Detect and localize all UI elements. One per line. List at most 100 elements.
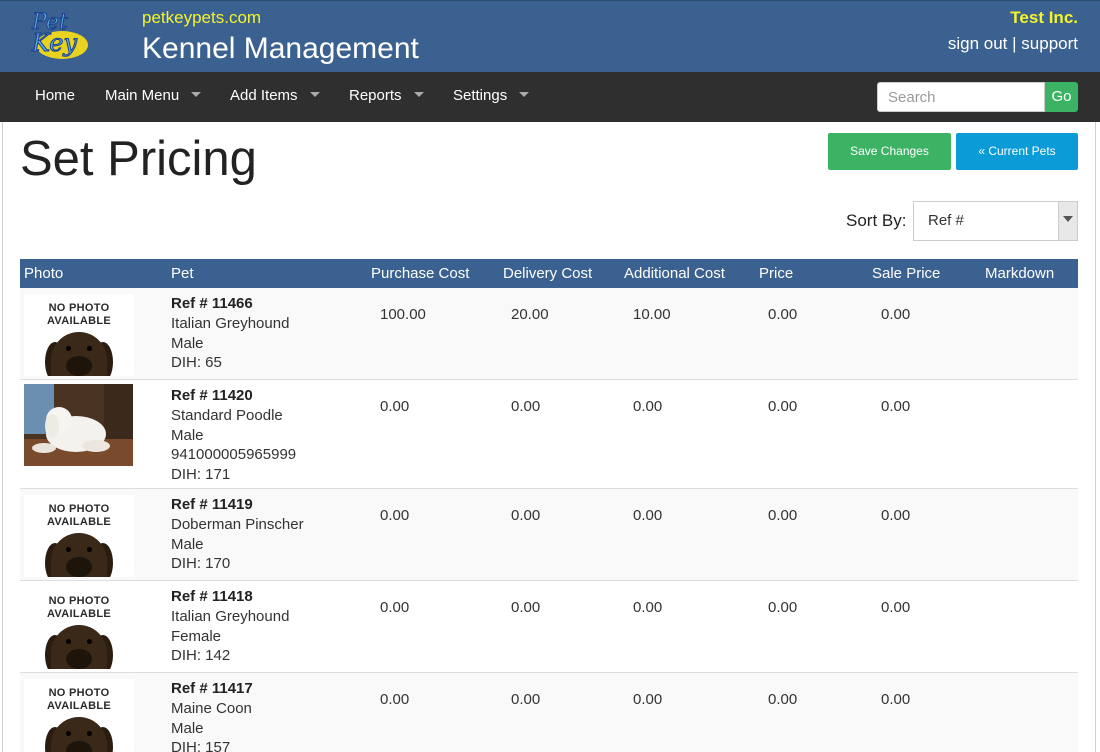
nav-settings[interactable]: Settings: [453, 72, 530, 122]
chevron-down-icon: [191, 91, 202, 97]
nav-reports-label: Reports: [349, 87, 402, 104]
pet-breed: Maine Coon: [171, 699, 252, 717]
pet-info: Ref # 11417 Maine Coon Male DIH: 157: [171, 679, 253, 752]
delivery-cost-cell[interactable]: 0.00: [511, 691, 540, 708]
account-links: sign out | support: [948, 34, 1078, 54]
nav-add-items-label: Add Items: [230, 87, 298, 104]
table-row[interactable]: NO PHOTO AVAILABLE Ref # 11417 Maine Coon…: [20, 673, 1078, 752]
table-row[interactable]: NO PHOTO AVAILABLE Ref # 11419 Doberman P…: [20, 489, 1078, 581]
pet-info: Ref # 11418 Italian Greyhound Female DIH…: [171, 587, 289, 666]
sign-out-link[interactable]: sign out: [948, 34, 1008, 53]
pet-ref[interactable]: Ref # 11418: [171, 587, 289, 607]
price-cell[interactable]: 0.00: [768, 507, 797, 524]
col-price: Price: [759, 265, 794, 282]
nav-reports[interactable]: Reports: [349, 72, 424, 122]
col-additional-cost: Additional Cost: [624, 265, 725, 282]
chevron-down-icon: [309, 91, 320, 97]
chevron-down-icon: [519, 91, 530, 97]
pet-info: Ref # 11419 Doberman Pinscher Male DIH: …: [171, 495, 304, 574]
pet-ref[interactable]: Ref # 11466: [171, 294, 289, 314]
additional-cost-cell[interactable]: 0.00: [633, 599, 662, 616]
additional-cost-cell[interactable]: 0.00: [633, 398, 662, 415]
svg-text:Key: Key: [31, 29, 77, 57]
no-photo-text: NO PHOTO AVAILABLE: [46, 687, 111, 712]
purchase-cost-cell[interactable]: 0.00: [380, 398, 409, 415]
additional-cost-cell[interactable]: 10.00: [633, 306, 671, 323]
purchase-cost-cell[interactable]: 0.00: [380, 507, 409, 524]
purchase-cost-cell[interactable]: 0.00: [380, 691, 409, 708]
nav-main-menu-label: Main Menu: [105, 87, 180, 104]
pet-dih: DIH: 142: [171, 647, 231, 665]
price-cell[interactable]: 0.00: [768, 599, 797, 616]
company-name: Test Inc.: [1010, 8, 1078, 27]
no-photo-image: NO PHOTO AVAILABLE: [24, 294, 134, 376]
search-input[interactable]: [877, 82, 1045, 112]
pet-ref[interactable]: Ref # 11417: [171, 679, 253, 699]
no-photo-text: NO PHOTO AVAILABLE: [46, 503, 111, 528]
sale-price-cell[interactable]: 0.00: [881, 691, 910, 708]
col-purchase-cost: Purchase Cost: [371, 265, 470, 282]
pet-dih: DIH: 170: [171, 555, 231, 573]
current-pets-button[interactable]: « Current Pets: [956, 133, 1078, 170]
pet-sex: Male: [171, 719, 204, 737]
nav-settings-label: Settings: [453, 87, 508, 104]
pet-info: Ref # 11466 Italian Greyhound Male DIH: …: [171, 294, 289, 373]
chevron-down-icon: [1063, 216, 1073, 222]
pet-sex: Male: [171, 535, 204, 553]
pet-photo[interactable]: [24, 384, 133, 466]
delivery-cost-cell[interactable]: 0.00: [511, 507, 540, 524]
pet-sex: Male: [171, 334, 204, 352]
chevron-down-icon: [413, 91, 424, 97]
col-delivery-cost: Delivery Cost: [503, 265, 593, 282]
pet-breed: Italian Greyhound: [171, 314, 290, 332]
col-pet: Pet: [171, 265, 194, 282]
delivery-cost-cell[interactable]: 20.00: [511, 306, 549, 323]
sale-price-cell[interactable]: 0.00: [881, 398, 910, 415]
no-photo-text: NO PHOTO AVAILABLE: [46, 595, 111, 620]
sale-price-cell[interactable]: 0.00: [881, 507, 910, 524]
pet-dih: DIH: 157: [171, 739, 231, 752]
col-sale-price: Sale Price: [872, 265, 941, 282]
sale-price-cell[interactable]: 0.00: [881, 599, 910, 616]
link-separator: |: [1012, 34, 1017, 53]
delivery-cost-cell[interactable]: 0.00: [511, 398, 540, 415]
table-row[interactable]: Ref # 11420 Standard Poodle Male 9410000…: [20, 380, 1078, 489]
price-cell[interactable]: 0.00: [768, 691, 797, 708]
col-photo: Photo: [24, 265, 64, 282]
pet-ref[interactable]: Ref # 11420: [171, 386, 296, 406]
pet-info: Ref # 11420 Standard Poodle Male 9410000…: [171, 386, 296, 485]
petkey-logo[interactable]: Pet Key: [26, 5, 96, 63]
delivery-cost-cell[interactable]: 0.00: [511, 599, 540, 616]
pet-breed: Doberman Pinscher: [171, 515, 304, 533]
table-row[interactable]: NO PHOTO AVAILABLE Ref # 11466 Italian Gr…: [20, 288, 1078, 380]
pet-dih: DIH: 171: [171, 466, 231, 484]
sort-by-select[interactable]: Ref #: [913, 201, 1078, 241]
support-link[interactable]: support: [1021, 34, 1078, 53]
nav-home[interactable]: Home: [35, 72, 75, 122]
additional-cost-cell[interactable]: 0.00: [633, 507, 662, 524]
pet-dih: DIH: 65: [171, 354, 222, 372]
no-photo-image: NO PHOTO AVAILABLE: [24, 679, 134, 752]
sale-price-cell[interactable]: 0.00: [881, 306, 910, 323]
nav-add-items[interactable]: Add Items: [230, 72, 320, 122]
no-photo-image: NO PHOTO AVAILABLE: [24, 495, 134, 577]
sort-dropdown-button[interactable]: [1058, 202, 1077, 240]
nav-home-label: Home: [35, 87, 76, 104]
pet-sex: Female: [171, 627, 222, 645]
site-url[interactable]: petkeypets.com: [142, 8, 261, 28]
purchase-cost-cell[interactable]: 0.00: [380, 599, 409, 616]
additional-cost-cell[interactable]: 0.00: [633, 691, 662, 708]
price-cell[interactable]: 0.00: [768, 306, 797, 323]
price-cell[interactable]: 0.00: [768, 398, 797, 415]
pricing-table-header: Photo Pet Purchase Cost Delivery Cost Ad…: [20, 259, 1078, 288]
search-go-button[interactable]: Go: [1045, 82, 1078, 112]
nav-main-menu[interactable]: Main Menu: [105, 72, 202, 122]
save-changes-button[interactable]: Save Changes: [828, 133, 951, 170]
table-row[interactable]: NO PHOTO AVAILABLE Ref # 11418 Italian Gr…: [20, 581, 1078, 673]
no-photo-image: NO PHOTO AVAILABLE: [24, 587, 134, 669]
no-photo-text: NO PHOTO AVAILABLE: [46, 302, 111, 327]
pet-ref[interactable]: Ref # 11419: [171, 495, 304, 515]
purchase-cost-cell[interactable]: 100.00: [380, 306, 426, 323]
app-header: Pet Key petkeypets.com Kennel Management…: [0, 0, 1100, 72]
pet-breed: Standard Poodle: [171, 406, 283, 424]
